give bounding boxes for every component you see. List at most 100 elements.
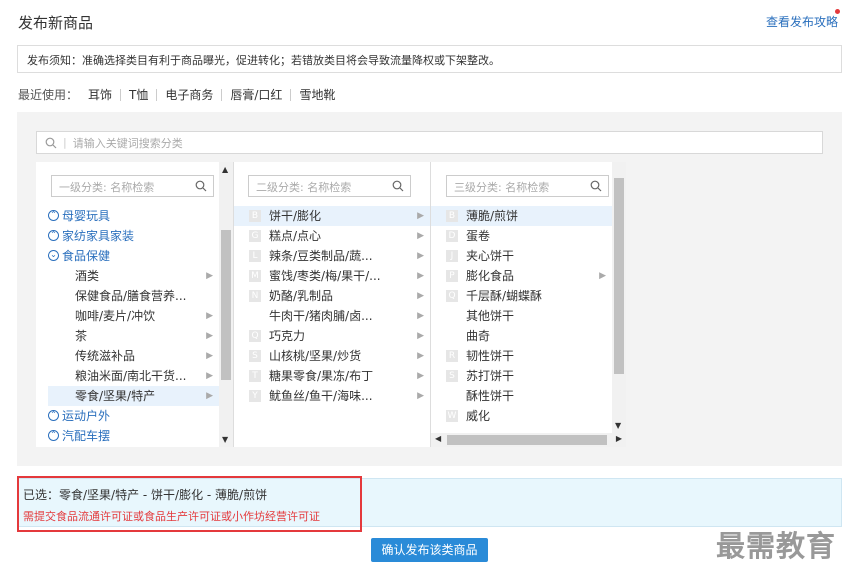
level3-column: 三级分类: 名称检索 B 薄脆/煎饼 D 蛋卷 J 夹心饼干 P 膨化食品 ▶ Q 千层酥/蝴蝶酥其… bbox=[430, 162, 626, 447]
category-label: 辣条/豆类制品/蔬... bbox=[269, 249, 373, 263]
level2-column: 二级分类: 名称检索 B 饼干/膨化 ▶ G 糕点/点心 ▶ L 辣条/豆类制品/蔬... ▶ M… bbox=[233, 162, 430, 447]
search-icon bbox=[392, 180, 404, 192]
index-letter-badge: S bbox=[249, 349, 261, 362]
level3-category[interactable]: 酥性饼干 bbox=[431, 386, 612, 406]
level3-scrollbar[interactable]: ▼ bbox=[612, 162, 626, 433]
category-label: 薄脆/煎饼 bbox=[466, 209, 519, 223]
page-title: 发布新商品 bbox=[18, 14, 94, 32]
index-letter-badge: G bbox=[249, 229, 261, 242]
scroll-up-icon[interactable]: ▲ bbox=[222, 165, 228, 174]
recent-item[interactable]: 电子商务 bbox=[157, 88, 223, 101]
category-label: 山核桃/坚果/炒货 bbox=[269, 349, 362, 363]
chevron-right-icon: ▶ bbox=[417, 331, 424, 341]
level1-subcategory[interactable]: 传统滋补品 ▶ bbox=[36, 346, 219, 366]
publish-notice: 发布须知：准确选择类目有利于商品曝光，促进转化；若错放类目将会导致流量降权或下架… bbox=[17, 45, 842, 73]
level2-list: B 饼干/膨化 ▶ G 糕点/点心 ▶ L 辣条/豆类制品/蔬... ▶ M 蜜饯/枣类/梅/果干/… bbox=[234, 206, 430, 406]
level3-category[interactable]: W 威化 bbox=[431, 406, 612, 426]
level3-search-input[interactable]: 三级分类: 名称检索 bbox=[446, 175, 609, 197]
category-label: 曲奇 bbox=[466, 329, 491, 343]
guide-link[interactable]: 查看发布攻略 bbox=[766, 13, 838, 30]
level3-category[interactable]: 其他饼干 bbox=[431, 306, 612, 326]
level2-category[interactable]: M 蜜饯/枣类/梅/果干/... ▶ bbox=[234, 266, 430, 286]
level3-category[interactable]: P 膨化食品 ▶ bbox=[431, 266, 612, 286]
chevron-right-icon: ▶ bbox=[206, 331, 213, 341]
level1-subcategory[interactable]: 粮油米面/南北干货... ▶ bbox=[36, 366, 219, 386]
recent-item[interactable]: 唇膏/口红 bbox=[222, 88, 292, 101]
category-label: 糖果零食/果冻/布丁 bbox=[269, 369, 374, 383]
notification-dot bbox=[835, 9, 840, 14]
index-letter-badge: D bbox=[446, 229, 458, 242]
recent-item[interactable]: T恤 bbox=[121, 88, 158, 101]
level1-category[interactable]: ⌃ 汽配车摆 bbox=[36, 426, 219, 446]
category-label: 汽配车摆 bbox=[62, 429, 111, 443]
scroll-right-icon[interactable]: ▶ bbox=[616, 434, 622, 443]
level1-subcategory[interactable]: 保健食品/膳食营养... bbox=[36, 286, 219, 306]
category-label: 牛肉干/猪肉脯/卤... bbox=[269, 309, 373, 323]
scroll-down-icon[interactable]: ▼ bbox=[615, 421, 621, 430]
level1-category[interactable]: ⌄ 食品保健 bbox=[36, 246, 219, 266]
expand-icon: ⌃ bbox=[48, 210, 59, 221]
level1-search-input[interactable]: 一级分类: 名称检索 bbox=[51, 175, 214, 197]
level3-category[interactable]: R 韧性饼干 bbox=[431, 346, 612, 366]
level2-search-input[interactable]: 二级分类: 名称检索 bbox=[248, 175, 411, 197]
recent-item[interactable]: 耳饰 bbox=[80, 88, 122, 101]
expand-icon: ⌃ bbox=[48, 430, 59, 441]
index-letter-badge: B bbox=[249, 209, 261, 222]
category-label: 茶 bbox=[75, 329, 88, 343]
index-letter-badge: M bbox=[249, 269, 261, 282]
level1-subcategory[interactable]: 零食/坚果/特产 ▶ bbox=[48, 386, 219, 406]
scroll-left-icon[interactable]: ◀ bbox=[435, 434, 441, 443]
selected-path: 已选：零食/坚果/特产 - 饼干/膨化 - 薄脆/煎饼 bbox=[23, 488, 268, 502]
index-letter-badge: T bbox=[249, 369, 261, 382]
category-label: 保健食品/膳食营养... bbox=[75, 289, 187, 303]
category-label: 家纺家具家装 bbox=[62, 229, 135, 243]
level1-subcategory[interactable]: 酒类 ▶ bbox=[36, 266, 219, 286]
level2-category[interactable]: S 山核桃/坚果/炒货 ▶ bbox=[234, 346, 430, 366]
level1-category[interactable]: ⌃ 母婴玩具 bbox=[36, 206, 219, 226]
recent-item[interactable]: 雪地靴 bbox=[291, 89, 343, 101]
level3-category[interactable]: 曲奇 bbox=[431, 326, 612, 346]
category-search-input[interactable]: | 请输入关键词搜索分类 bbox=[36, 131, 823, 154]
scroll-down-icon[interactable]: ▼ bbox=[222, 435, 228, 444]
level3-category[interactable]: Q 千层酥/蝴蝶酥 bbox=[431, 286, 612, 306]
expand-icon: ⌃ bbox=[48, 230, 59, 241]
level2-category[interactable]: N 奶酪/乳制品 ▶ bbox=[234, 286, 430, 306]
category-label: 酒类 bbox=[75, 269, 100, 283]
category-label: 粮油米面/南北干货... bbox=[75, 369, 187, 383]
scroll-thumb[interactable] bbox=[221, 230, 231, 380]
category-panel: | 请输入关键词搜索分类 一级分类: 名称检索 ⌃ 母婴玩具 ⌃ 家纺家具家装 ⌄ 食品保… bbox=[17, 112, 842, 466]
level2-category[interactable]: Y 鱿鱼丝/鱼干/海味... ▶ bbox=[234, 386, 430, 406]
level1-subcategory[interactable]: 咖啡/麦片/冲饮 ▶ bbox=[36, 306, 219, 326]
level2-category[interactable]: B 饼干/膨化 ▶ bbox=[234, 206, 430, 226]
level3-list: B 薄脆/煎饼 D 蛋卷 J 夹心饼干 P 膨化食品 ▶ Q 千层酥/蝴蝶酥 其他饼干曲奇 R 韧性饼干 S… bbox=[431, 206, 612, 426]
category-label: 威化 bbox=[466, 409, 491, 423]
scroll-thumb[interactable] bbox=[614, 178, 624, 374]
level2-category[interactable]: 牛肉干/猪肉脯/卤... ▶ bbox=[234, 306, 430, 326]
chevron-right-icon: ▶ bbox=[417, 211, 424, 221]
search-icon bbox=[590, 180, 602, 192]
level3-hscrollbar[interactable]: ◀ ▶ bbox=[431, 433, 626, 447]
confirm-publish-button[interactable]: 确认发布该类商品 bbox=[371, 538, 488, 562]
hscroll-thumb[interactable] bbox=[447, 435, 607, 445]
level3-category[interactable]: B 薄脆/煎饼 bbox=[431, 206, 612, 226]
category-label: 韧性饼干 bbox=[466, 349, 515, 363]
level2-category[interactable]: G 糕点/点心 ▶ bbox=[234, 226, 430, 246]
index-letter-badge: N bbox=[249, 289, 261, 302]
level1-scrollbar[interactable]: ▲ ▼ bbox=[219, 162, 233, 447]
level1-list: ⌃ 母婴玩具 ⌃ 家纺家具家装 ⌄ 食品保健 酒类 ▶ 保健食品/膳食营养... 咖啡/麦片/冲饮… bbox=[36, 206, 219, 446]
level2-category[interactable]: L 辣条/豆类制品/蔬... ▶ bbox=[234, 246, 430, 266]
level2-category[interactable]: Q 巧克力 ▶ bbox=[234, 326, 430, 346]
level2-category[interactable]: T 糖果零食/果冻/布丁 ▶ bbox=[234, 366, 430, 386]
level1-category[interactable]: ⌃ 家纺家具家装 bbox=[36, 226, 219, 246]
level1-subcategory[interactable]: 茶 ▶ bbox=[36, 326, 219, 346]
chevron-right-icon: ▶ bbox=[206, 371, 213, 381]
index-letter-badge: B bbox=[446, 209, 458, 222]
index-letter-badge: Y bbox=[249, 389, 261, 402]
chevron-right-icon: ▶ bbox=[417, 371, 424, 381]
category-label: 酥性饼干 bbox=[466, 389, 515, 403]
level3-category[interactable]: D 蛋卷 bbox=[431, 226, 612, 246]
level3-category[interactable]: J 夹心饼干 bbox=[431, 246, 612, 266]
level1-category[interactable]: ⌃ 运动户外 bbox=[36, 406, 219, 426]
level3-category[interactable]: S 苏打饼干 bbox=[431, 366, 612, 386]
search-icon bbox=[45, 137, 57, 148]
